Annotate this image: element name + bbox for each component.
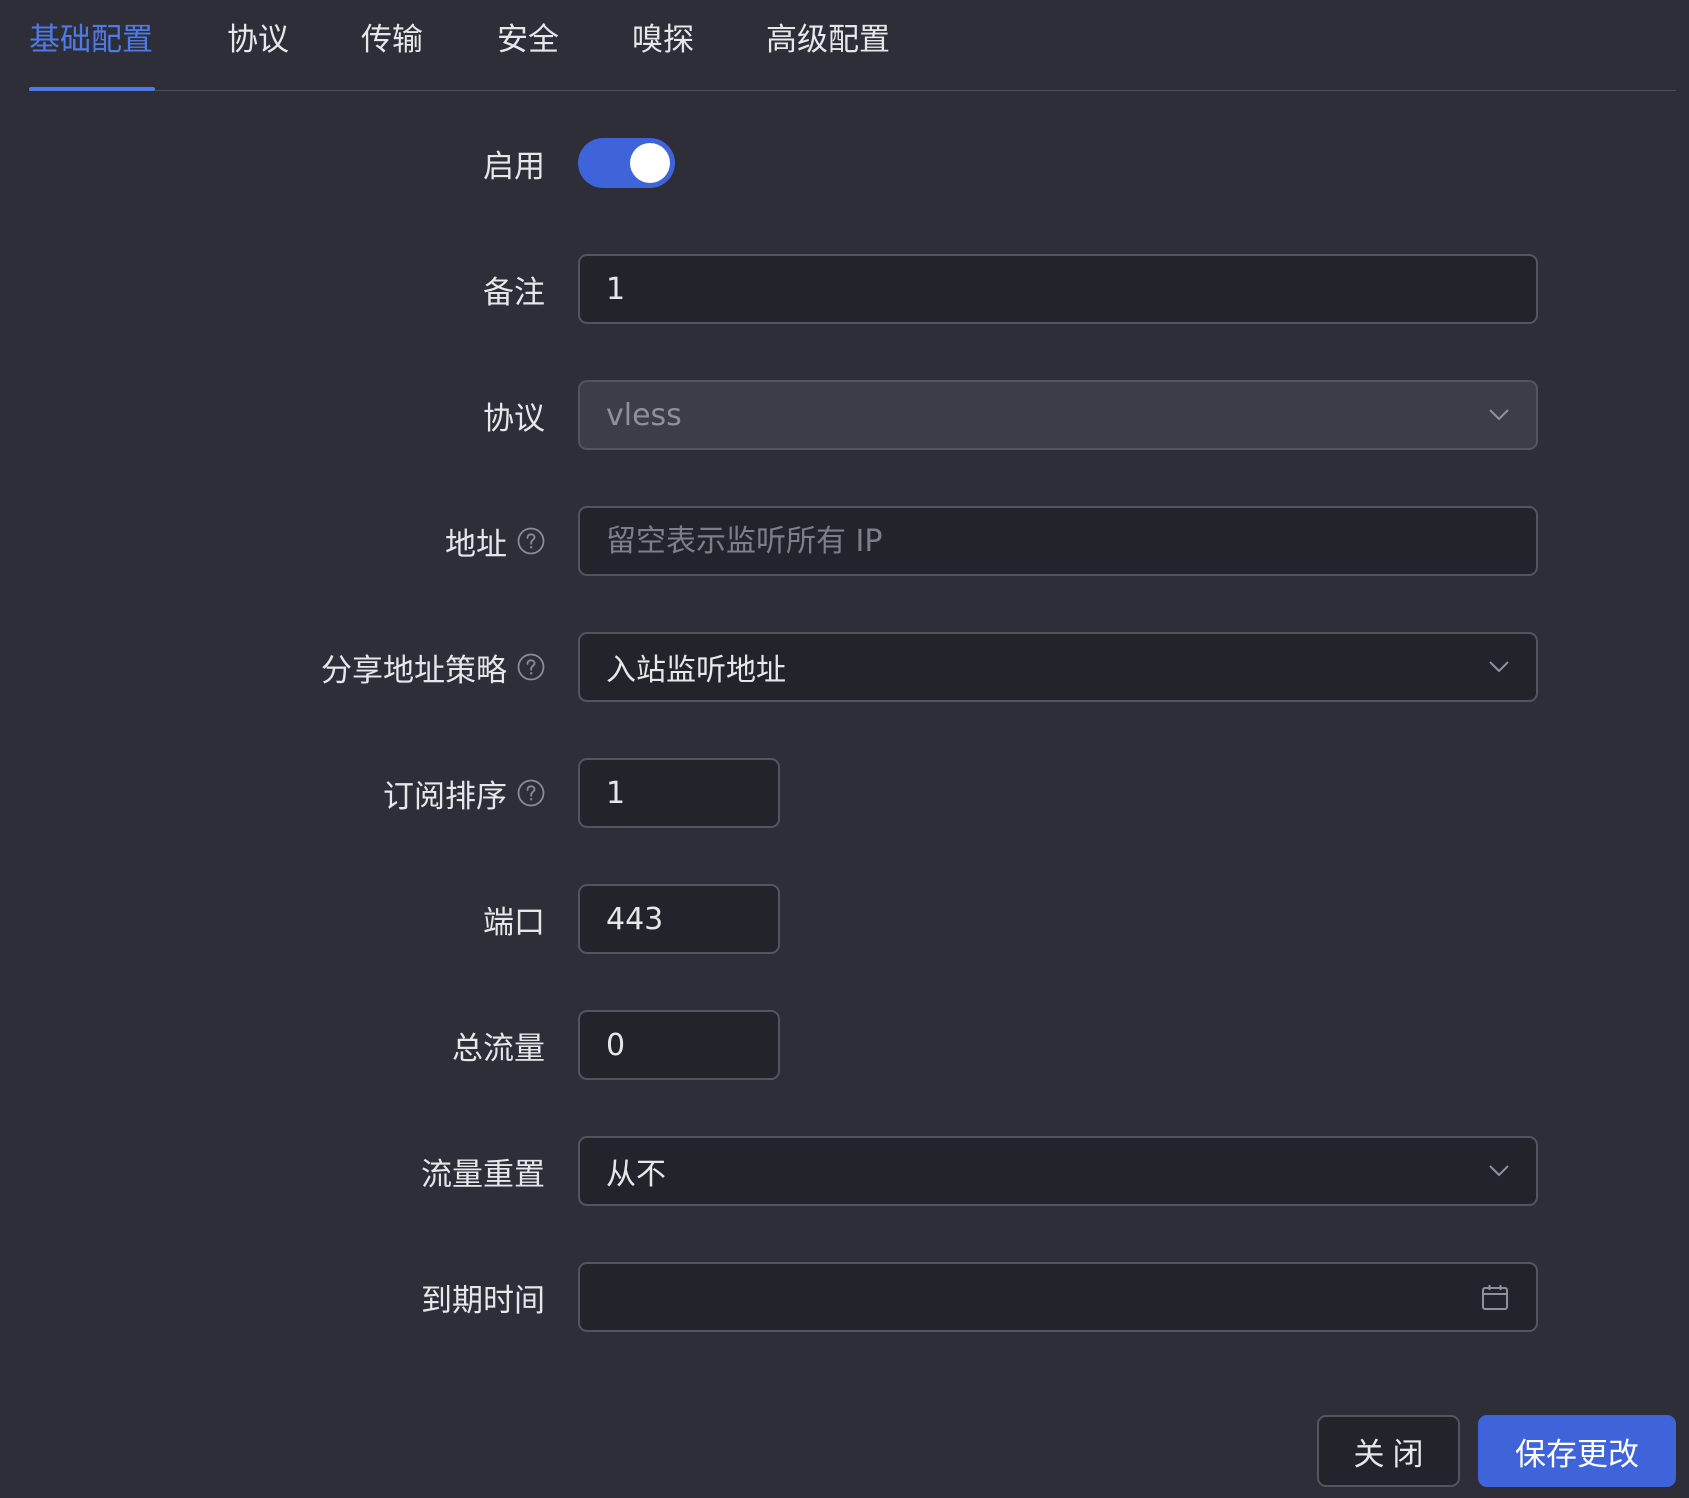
tab-basic-config[interactable]: 基础配置 [29, 18, 153, 62]
sub-order-label-text: 订阅排序 [383, 778, 507, 815]
protocol-label: 协议 [483, 380, 545, 450]
share-policy-select[interactable]: 入站监听地址 [578, 632, 1538, 702]
remark-label: 备注 [483, 254, 545, 324]
form-row-share-policy: 分享地址策略 入站监听地址 [0, 632, 1689, 702]
form-row-traffic-reset: 流量重置 从不 [0, 1136, 1689, 1206]
address-label: 地址 [445, 506, 545, 576]
tab-security[interactable]: 安全 [497, 18, 559, 62]
form-row-address: 地址 [0, 506, 1689, 576]
protocol-select-value: vless [606, 397, 682, 433]
traffic-reset-label: 流量重置 [421, 1136, 545, 1206]
port-label: 端口 [483, 884, 545, 954]
chevron-down-icon [1489, 409, 1509, 421]
expiry-date-picker[interactable] [578, 1262, 1538, 1332]
total-traffic-label-text: 总流量 [452, 1030, 545, 1067]
tab-advanced-config[interactable]: 高级配置 [766, 18, 890, 62]
enable-label: 启用 [483, 128, 545, 198]
enable-label-text: 启用 [483, 148, 545, 185]
save-changes-button[interactable]: 保存更改 [1478, 1415, 1676, 1487]
address-field[interactable] [578, 506, 1538, 576]
protocol-label-text: 协议 [483, 400, 545, 437]
port-input[interactable] [606, 901, 752, 937]
form-row-remark: 备注 [0, 254, 1689, 324]
protocol-select[interactable]: vless [578, 380, 1538, 450]
chevron-down-icon [1489, 661, 1509, 673]
form-row-expiry: 到期时间 [0, 1262, 1689, 1332]
total-traffic-field[interactable] [578, 1010, 780, 1080]
remark-input[interactable] [606, 271, 1510, 307]
tab-protocol[interactable]: 协议 [227, 18, 289, 62]
form-row-protocol: 协议 vless [0, 380, 1689, 450]
remark-label-text: 备注 [483, 274, 545, 311]
port-field[interactable] [578, 884, 780, 954]
port-label-text: 端口 [483, 904, 545, 941]
chevron-down-icon [1489, 1165, 1509, 1177]
calendar-icon[interactable] [1480, 1282, 1510, 1312]
traffic-reset-select-value: 从不 [606, 1157, 666, 1192]
form-row-sub-order: 订阅排序 [0, 758, 1689, 828]
traffic-reset-label-text: 流量重置 [421, 1156, 545, 1193]
enable-switch-knob [630, 143, 670, 183]
expiry-label-text: 到期时间 [421, 1282, 545, 1319]
tab-bar: 基础配置 协议 传输 安全 嗅探 高级配置 [29, 0, 1676, 91]
traffic-reset-select[interactable]: 从不 [578, 1136, 1538, 1206]
address-input[interactable] [606, 523, 1510, 559]
share-policy-label-text: 分享地址策略 [321, 652, 507, 689]
form-row-total-traffic: 总流量 [0, 1010, 1689, 1080]
sub-order-input[interactable] [606, 775, 752, 811]
close-button[interactable]: 关闭 [1317, 1415, 1460, 1487]
question-circle-icon[interactable] [517, 779, 545, 807]
sub-order-label: 订阅排序 [383, 758, 545, 828]
share-policy-select-value: 入站监听地址 [606, 653, 786, 688]
remark-field[interactable] [578, 254, 1538, 324]
enable-switch[interactable] [578, 138, 675, 188]
form-row-enable: 启用 [0, 128, 1689, 198]
question-circle-icon[interactable] [517, 527, 545, 555]
address-label-text: 地址 [445, 526, 507, 563]
total-traffic-label: 总流量 [452, 1010, 545, 1080]
sub-order-field[interactable] [578, 758, 780, 828]
share-policy-label: 分享地址策略 [321, 632, 545, 702]
expiry-label: 到期时间 [421, 1262, 545, 1332]
tab-sniffing[interactable]: 嗅探 [632, 18, 694, 62]
question-circle-icon[interactable] [517, 653, 545, 681]
active-tab-indicator [29, 87, 155, 91]
total-traffic-input[interactable] [606, 1027, 752, 1063]
form-row-port: 端口 [0, 884, 1689, 954]
tab-transport[interactable]: 传输 [361, 18, 423, 62]
